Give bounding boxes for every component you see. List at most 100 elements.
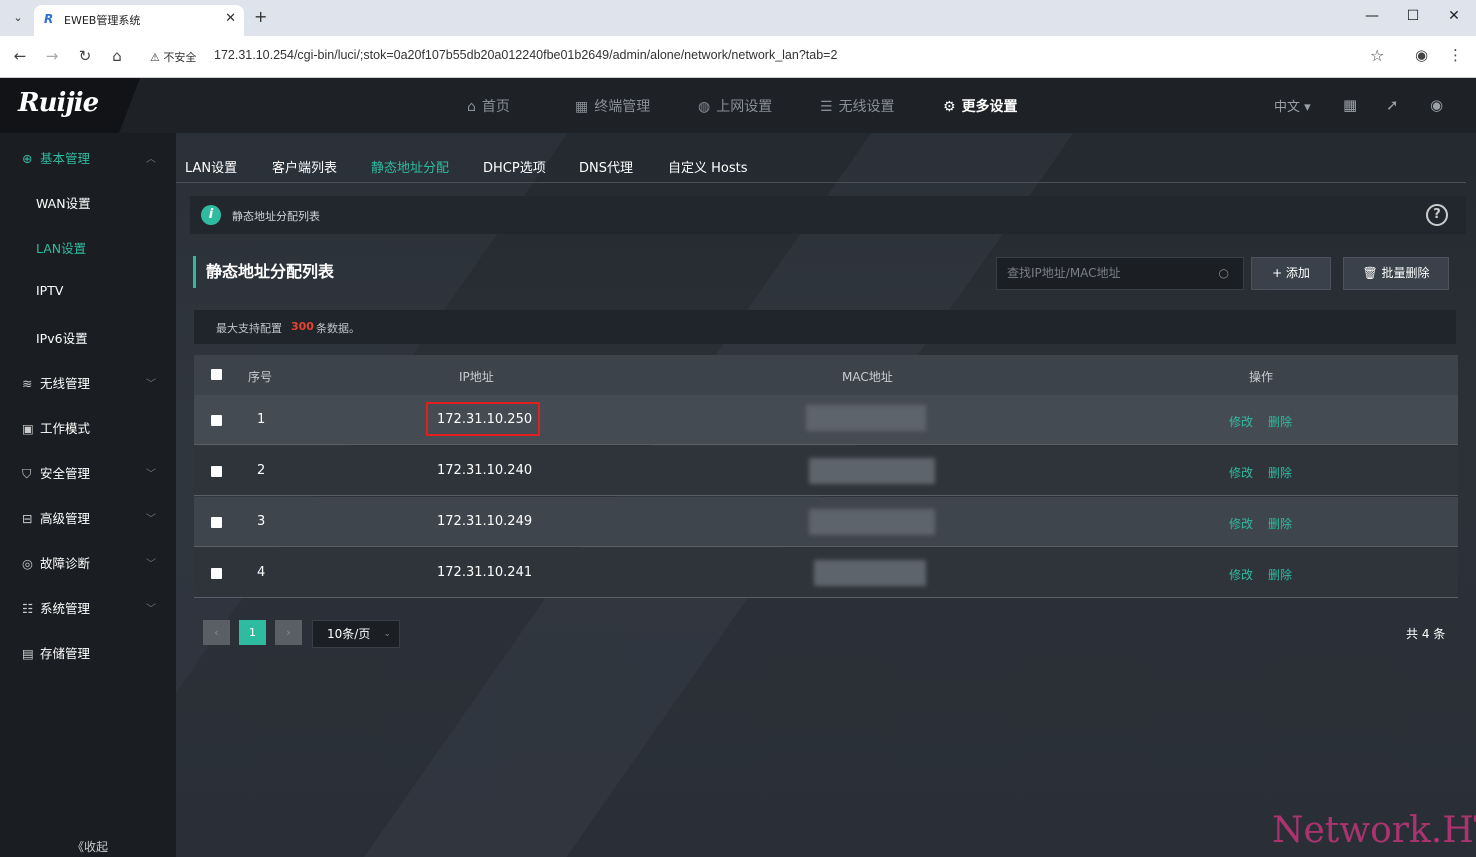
sidebar-item-ipv6[interactable]: IPv6设置 [36, 328, 88, 347]
url-text[interactable]: 172.31.10.254/cgi-bin/luci/;stok=0a20f10… [214, 48, 837, 62]
profile-icon[interactable]: ◉ [1415, 46, 1428, 64]
tab-close-icon[interactable]: ✕ [225, 11, 236, 26]
search-field[interactable]: ○ [996, 257, 1244, 290]
header-index: 序号 [248, 370, 273, 384]
minimize-icon[interactable]: — [1362, 8, 1382, 24]
total-count: 共 4 条 [1406, 627, 1446, 641]
sub-tabs: LAN设置 客户端列表 静态地址分配 DHCP选项 DNS代理 自定义 Host… [176, 133, 1466, 183]
tab-title: EWEB管理系统 [64, 14, 141, 27]
row-mac-redacted [809, 458, 935, 484]
max-config-note: 最大支持配置 300 条数据。 [194, 310, 1456, 344]
new-tab-button[interactable]: + [254, 7, 267, 26]
sidebar: ⊕ 基本管理 ︿ WAN设置 LAN设置 IPTV IPv6设置 ≋ 无线管理 ﹀ … [0, 133, 176, 857]
tab-list-chevron-icon[interactable]: ⌄ [8, 8, 28, 28]
sidebar-group-security[interactable]: ⛉ 安全管理 [22, 463, 90, 482]
address-bar[interactable]: ⚠ 不安全 172.31.10.254/cgi-bin/luci/;stok=0… [140, 42, 1400, 72]
header-ip: IP地址 [459, 370, 494, 384]
edit-link[interactable]: 修改 [1229, 464, 1253, 481]
row-checkbox[interactable] [211, 568, 222, 579]
home-icon[interactable]: ⌂ [107, 47, 127, 65]
tab-custom-hosts[interactable]: 自定义 Hosts [668, 157, 748, 176]
sidebar-group-workmode[interactable]: ▣ 工作模式 [22, 418, 90, 437]
page-1-button[interactable]: 1 [239, 620, 266, 645]
select-all-checkbox[interactable] [211, 369, 222, 380]
nav-terminal-label: 终端管理 [594, 99, 651, 115]
row-checkbox[interactable] [211, 517, 222, 528]
row-ip: 172.31.10.250 [437, 412, 533, 427]
sidebar-group-storage[interactable]: ▤ 存储管理 [22, 643, 90, 662]
chevron-down-icon[interactable]: ﹀ [146, 375, 156, 390]
sidebar-group-basic[interactable]: ⊕ 基本管理 [22, 148, 90, 167]
sidebar-group-label: 工作模式 [40, 421, 91, 436]
reload-icon[interactable]: ↻ [75, 47, 95, 65]
sidebar-group-diagnose[interactable]: ◎ 故障诊断 [22, 553, 90, 572]
globe-icon: ◍ [698, 99, 711, 115]
forward-arrow-icon[interactable]: → [42, 47, 62, 65]
sidebar-collapse-button[interactable]: 《收起 [72, 838, 108, 855]
nav-home[interactable]: ⌂ 首页 [467, 96, 510, 116]
max-number: 300 [291, 320, 314, 333]
table-row: 3 172.31.10.249 修改 删除 [194, 497, 1458, 547]
delete-link[interactable]: 删除 [1268, 515, 1292, 532]
nav-wireless[interactable]: ☰ 无线设置 [820, 96, 895, 116]
sidebar-item-iptv[interactable]: IPTV [36, 283, 63, 298]
delete-link[interactable]: 删除 [1268, 464, 1292, 481]
tab-dhcp-options[interactable]: DHCP选项 [483, 157, 546, 176]
sidebar-group-label: 系统管理 [40, 601, 91, 616]
prev-page-button[interactable]: ‹ [203, 620, 230, 645]
diagnose-icon: ◎ [22, 556, 33, 571]
row-checkbox[interactable] [211, 415, 222, 426]
rocket-icon[interactable]: ➚ [1386, 96, 1399, 114]
window-close-icon[interactable]: ✕ [1444, 8, 1464, 24]
edit-link[interactable]: 修改 [1229, 566, 1253, 583]
browser-tab[interactable]: R EWEB管理系统 ✕ [34, 5, 244, 36]
logo-text: Ruijie [18, 88, 99, 118]
tab-client-list[interactable]: 客户端列表 [272, 157, 337, 176]
sidebar-group-wireless[interactable]: ≋ 无线管理 [22, 373, 90, 392]
browser-menu-icon[interactable]: ⋮ [1448, 46, 1463, 64]
nav-more-settings[interactable]: ⚙ 更多设置 [943, 96, 1018, 116]
back-arrow-icon[interactable]: ← [10, 47, 30, 65]
add-button[interactable]: + 添加 [1251, 257, 1331, 290]
sidebar-group-advanced[interactable]: ⊟ 高级管理 [22, 508, 90, 527]
chevron-down-icon[interactable]: ﹀ [146, 555, 156, 570]
edit-link[interactable]: 修改 [1229, 413, 1253, 430]
tab-static-address[interactable]: 静态地址分配 [371, 157, 449, 176]
next-page-button[interactable]: › [275, 620, 302, 645]
row-checkbox[interactable] [211, 466, 222, 477]
nav-more-label: 更多设置 [961, 99, 1018, 115]
page-size-select[interactable]: 10条/页 ⌄ [312, 620, 400, 648]
sidebar-item-wan[interactable]: WAN设置 [36, 193, 91, 212]
search-icon[interactable]: ○ [1219, 266, 1229, 280]
row-ip: 172.31.10.240 [437, 463, 533, 478]
table-row: 2 172.31.10.240 修改 删除 [194, 446, 1458, 496]
page-size-value: 10条/页 [327, 627, 371, 641]
chevron-up-icon[interactable]: ︿ [146, 150, 156, 165]
user-account-icon[interactable]: ◉ [1430, 96, 1443, 114]
chevron-down-icon[interactable]: ﹀ [146, 510, 156, 525]
chevron-down-icon[interactable]: ﹀ [146, 465, 156, 480]
tab-dns-proxy[interactable]: DNS代理 [579, 157, 633, 176]
help-icon[interactable]: ? [1426, 204, 1448, 226]
search-input[interactable] [1007, 266, 1207, 280]
batch-delete-button[interactable]: 🗑 批量删除 [1343, 257, 1449, 290]
delete-link[interactable]: 删除 [1268, 413, 1292, 430]
maximize-icon[interactable]: ☐ [1403, 8, 1423, 24]
chevron-down-icon[interactable]: ﹀ [146, 600, 156, 615]
language-select[interactable]: 中文 ▾ [1274, 96, 1311, 115]
nav-terminal[interactable]: ▦ 终端管理 [575, 96, 650, 116]
tab-lan-settings[interactable]: LAN设置 [185, 157, 237, 176]
browser-tab-bar: ⌄ R EWEB管理系统 ✕ + — ☐ ✕ [0, 0, 1476, 36]
security-label: 不安全 [163, 51, 197, 64]
edit-link[interactable]: 修改 [1229, 515, 1253, 532]
sidebar-group-system[interactable]: ☷ 系统管理 [22, 598, 90, 617]
not-secure-warning[interactable]: ⚠ 不安全 [150, 49, 196, 65]
app-root: Ruijie ⌂ 首页 ▦ 终端管理 ◍ 上网设置 ☰ 无线设置 ⚙ 更多设置 中文 ▾ … [0, 78, 1476, 857]
chevron-down-icon: ⌄ [383, 629, 391, 639]
apps-grid-icon[interactable]: ▦ [1343, 96, 1357, 114]
nav-internet[interactable]: ◍ 上网设置 [698, 96, 772, 116]
bookmark-star-icon[interactable]: ☆ [1370, 46, 1384, 65]
sidebar-item-lan[interactable]: LAN设置 [36, 238, 86, 257]
delete-link[interactable]: 删除 [1268, 566, 1292, 583]
row-ip: 172.31.10.241 [437, 565, 533, 580]
